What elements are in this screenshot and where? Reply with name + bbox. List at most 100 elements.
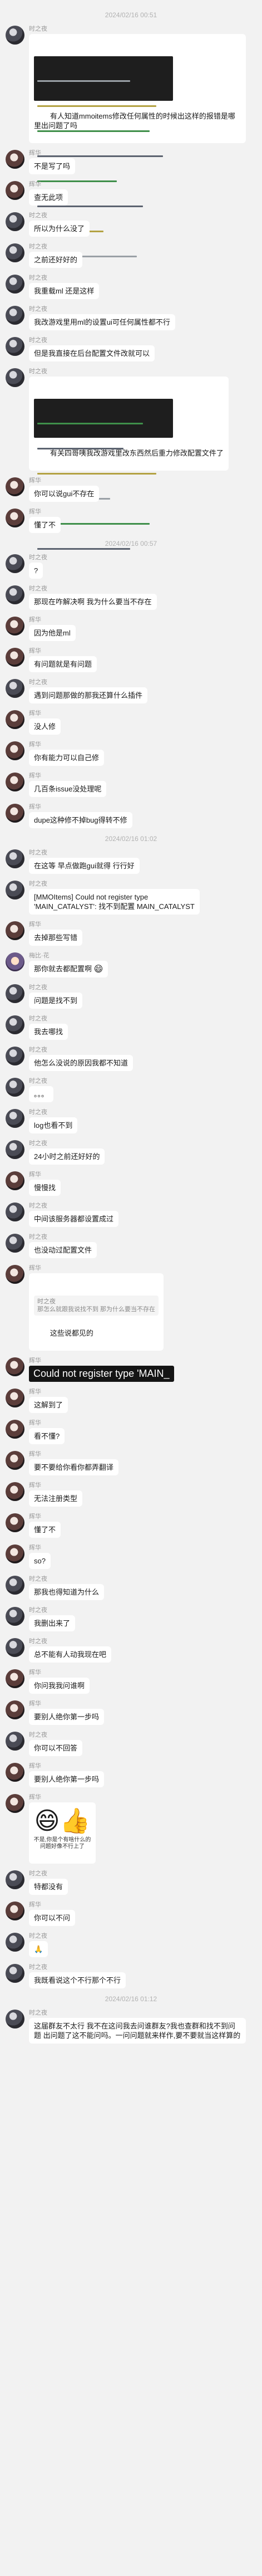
message-bubble[interactable]: 24小时之前还好好的 [29,1148,105,1165]
message-bubble[interactable]: ? [29,563,43,579]
avatar[interactable] [6,26,24,45]
avatar[interactable] [6,952,24,971]
avatar[interactable] [6,337,24,356]
message-bubble[interactable]: 你可以说gui不存在 [29,486,100,502]
message-bubble[interactable]: 你有能力可以自己修 [29,750,105,766]
message-bubble[interactable]: 我去哪找 [29,1024,68,1040]
avatar[interactable] [6,306,24,325]
avatar[interactable] [6,1964,24,1983]
avatar[interactable] [6,1451,24,1470]
image-message[interactable]: Could not register type 'MAIN_ [29,1366,174,1382]
avatar[interactable] [6,1015,24,1035]
message-bubble[interactable]: 。。。 [29,1086,54,1103]
message-bubble[interactable]: 但是我直接在后台配置文件改就可以 [29,345,155,361]
message-bubble[interactable]: 问题是找不到 [29,993,83,1009]
avatar[interactable] [6,585,24,604]
message-bubble[interactable]: 时之夜 那怎么就跟我说找不到 那为什么要当不存在 这些说都见的 [29,1273,164,1351]
avatar[interactable] [6,849,24,868]
message-bubble[interactable]: so? [29,1553,51,1570]
avatar[interactable] [6,1513,24,1533]
reply-quote[interactable]: 时之夜 那怎么就跟我说找不到 那为什么要当不存在 [34,1296,159,1316]
message-bubble[interactable]: 要别人绝你第一步吗 [29,1709,105,1726]
message-bubble[interactable]: 之前还好好的 [29,252,83,268]
message-bubble[interactable]: 他怎么没说的原因我都不知道 [29,1055,134,1072]
avatar[interactable] [6,1700,24,1720]
avatar[interactable] [6,1234,24,1253]
screenshot-image[interactable] [34,56,173,257]
avatar[interactable] [6,1763,24,1782]
avatar[interactable] [6,1544,24,1564]
message-bubble[interactable]: 去掉那些写错 [29,930,83,946]
message-bubble[interactable]: 慢慢找 [29,1180,61,1196]
avatar[interactable] [6,1576,24,1595]
avatar[interactable] [6,617,24,636]
message-bubble[interactable]: 查无此项 [29,189,68,206]
message-bubble[interactable]: 懂了不 [29,517,61,533]
message-bubble[interactable]: 我改游戏里用ml的设置ui可任何属性都不行 [29,314,175,330]
message-bubble[interactable]: dupe这种修不掉bug得转不修 [29,812,132,828]
message-bubble[interactable]: 🙏 [29,1941,48,1958]
avatar[interactable] [6,509,24,527]
avatar[interactable] [6,1140,24,1160]
message-bubble[interactable]: 因为他是ml [29,625,76,641]
avatar[interactable] [6,1607,24,1626]
message-bubble[interactable]: 这届群友不太行 我不在这问我去问谁群友?我也查群和找不到问题 出问题了这不能问吗… [29,2018,246,2044]
avatar[interactable] [6,1902,24,1921]
message-bubble[interactable]: 懂了不 [29,1522,61,1538]
message-bubble[interactable]: 遇到问题那做的那我还算什么插件 [29,687,148,703]
sticker-image[interactable]: 😄👍 不是,你是个有啥什么的问题好像不行上了 [29,1802,96,1864]
avatar[interactable] [6,1109,24,1128]
message-bubble[interactable]: 看不懂? [29,1428,65,1445]
avatar[interactable] [6,710,24,729]
avatar[interactable] [6,1389,24,1408]
message-bubble[interactable]: 所以为什么没了 [29,221,90,237]
avatar[interactable] [6,1420,24,1439]
avatar[interactable] [6,741,24,760]
avatar[interactable] [6,1482,24,1502]
avatar[interactable] [6,1638,24,1658]
message-bubble[interactable]: 有关四哥咦我改游戏里改东西然后重力修改配置文件了 [29,377,229,550]
message-bubble[interactable]: log也看不到 [29,1117,78,1134]
message-bubble[interactable]: 几百条issue没处理呢 [29,781,107,797]
avatar[interactable] [6,212,24,231]
avatar[interactable] [6,1794,24,1814]
message-bubble[interactable]: 中间该服务器都设置成过 [29,1211,119,1228]
avatar[interactable] [6,243,24,262]
avatar[interactable] [6,804,24,823]
message-bubble[interactable]: 那我也得知道为什么 [29,1584,105,1601]
avatar[interactable] [6,1047,24,1066]
avatar[interactable] [6,181,24,200]
screenshot-image[interactable] [34,399,173,550]
avatar[interactable] [6,1265,24,1284]
message-bubble[interactable]: 我既看说这个不行那个不行 [29,1972,126,1989]
avatar[interactable] [6,1870,24,1890]
message-bubble[interactable]: [MMOItems] Could not register type 'MAIN… [29,889,200,915]
message-bubble[interactable]: 特都没有 [29,1879,68,1895]
avatar[interactable] [6,554,24,573]
avatar[interactable] [6,921,24,940]
message-bubble[interactable]: 有人知道mmoitems修改任何属性的时候出这样的报错是哪里出问题了吗 [29,34,246,257]
message-bubble[interactable]: 你可以不回答 [29,1740,83,1757]
message-bubble[interactable]: 我重载ml 还是这样 [29,283,100,299]
avatar[interactable] [6,368,24,387]
avatar[interactable] [6,477,24,496]
avatar[interactable] [6,1669,24,1689]
message-bubble[interactable]: 你可以不问 [29,1910,76,1927]
message-bubble[interactable]: 要不要给你看你都弄翻译 [29,1459,119,1476]
avatar[interactable] [6,1171,24,1191]
message-bubble[interactable]: 无法注册类型 [29,1490,83,1507]
message-bubble[interactable]: 总不能有人动我现在吧 [29,1646,112,1663]
message-bubble[interactable]: 没人修 [29,718,61,735]
message-bubble[interactable]: 你问我我问谁啊 [29,1678,90,1694]
avatar[interactable] [6,1078,24,1097]
avatar[interactable] [6,648,24,667]
avatar[interactable] [6,1732,24,1751]
avatar[interactable] [6,1357,24,1377]
message-bubble[interactable]: 这解到了 [29,1397,68,1414]
message-bubble[interactable]: 那现在咋解决啊 我为什么要当不存在 [29,594,157,610]
avatar[interactable] [6,984,24,1004]
avatar[interactable] [6,1203,24,1222]
avatar[interactable] [6,773,24,791]
message-bubble[interactable]: 那你就去都配置啊 😄 [29,961,108,978]
message-bubble[interactable]: 不是写了吗 [29,158,76,174]
